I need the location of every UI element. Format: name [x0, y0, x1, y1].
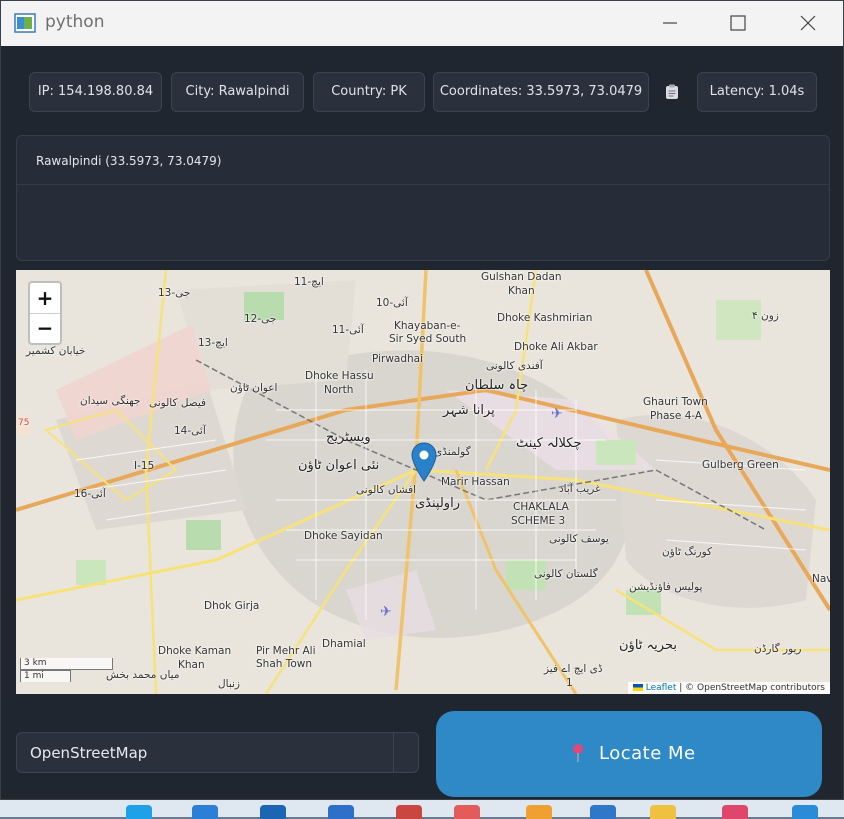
map-label: چکلالہ کینٹ: [516, 436, 582, 451]
location-panel: Rawalpindi (33.5973, 73.0479): [16, 135, 830, 261]
locate-me-button[interactable]: Locate Me: [436, 711, 822, 797]
close-icon[interactable]: [785, 7, 831, 39]
map-label: آئی-11: [332, 324, 364, 336]
map-label: گولمنڈی: [434, 446, 471, 458]
map-scale: 3 km 1 mi: [20, 658, 113, 682]
map-label: Shah Town: [256, 658, 313, 670]
map-label: گلستان کالونی: [534, 568, 598, 580]
map-label: ڈی ایچ اے فیز: [544, 663, 603, 675]
map-label: 75: [18, 418, 30, 428]
map-label: فیصل کالونی: [149, 397, 207, 409]
country-badge: Country: PK: [313, 72, 425, 112]
map-label: Gulshan Dadan: [481, 271, 562, 283]
map-label: Dhoke Ali Akbar: [514, 341, 598, 353]
attribution-text: | © OpenStreetMap contributors: [679, 683, 825, 693]
map-label: آئی-14: [174, 425, 206, 437]
map-label: Sir Syed South: [389, 333, 467, 345]
title-bar[interactable]: python: [1, 1, 843, 46]
map-label: غریب آباد: [559, 483, 601, 495]
dropdown-divider: [393, 733, 394, 772]
map-label: خیابان کشمیر: [26, 345, 86, 357]
pushpin-icon: [573, 744, 583, 762]
map-provider-select[interactable]: OpenStreetMap: [16, 732, 419, 773]
map-attribution: Leaflet | © OpenStreetMap contributors: [627, 682, 830, 694]
map-label: CHAKLALA: [513, 501, 569, 513]
clipboard-icon[interactable]: [664, 84, 680, 100]
map-label: Dhoke Hassu: [305, 370, 374, 382]
map-label: ویسٹریج: [326, 430, 371, 445]
map-label: آئی-10: [376, 297, 408, 309]
map-label: آفندی کالونی: [486, 360, 543, 372]
map-view[interactable]: ✈ ✈ + − Gulshan Dadan Khan جی-13 ایچ-11 …: [16, 270, 830, 694]
app-window: python IP: 154.198.80.84 City: Rawalpind…: [0, 0, 844, 800]
map-label: Khan: [508, 285, 535, 297]
svg-text:✈: ✈: [551, 406, 563, 422]
zoom-control: + −: [28, 281, 62, 345]
taskbar: [0, 800, 844, 819]
coordinates-badge: Coordinates: 33.5973, 73.0479: [433, 72, 649, 112]
ip-badge: IP: 154.198.80.84: [29, 72, 162, 112]
map-label: راولپنڈی: [415, 496, 460, 511]
map-label: زون ۴: [752, 310, 779, 322]
svg-text:✈: ✈: [380, 604, 392, 620]
map-label: Khayaban-e-: [394, 320, 461, 332]
map-label: SCHEME 3: [511, 515, 566, 527]
map-label: جی-12: [244, 313, 277, 325]
map-label: چاہ سلطان: [465, 378, 529, 393]
scale-mi: 1 mi: [20, 670, 71, 682]
map-label: جی-13: [158, 287, 191, 299]
map-label: Ghauri Town: [643, 396, 708, 408]
map-label: ایچ-13: [198, 337, 228, 349]
scale-km: 3 km: [20, 658, 113, 670]
maximize-icon[interactable]: [715, 7, 761, 39]
map-label: Gulberg Green: [702, 459, 779, 471]
map-label: Dhamial: [322, 638, 366, 650]
location-text: Rawalpindi (33.5973, 73.0479): [36, 154, 222, 168]
panel-divider: [17, 184, 829, 185]
map-pin-icon[interactable]: [411, 442, 437, 482]
map-label: اعوان ٹاؤن: [230, 382, 278, 394]
city-badge: City: Rawalpindi: [171, 72, 304, 112]
map-label: Nav: [812, 573, 830, 585]
latency-badge: Latency: 1.04s: [697, 72, 817, 112]
map-label: جھنگی سیدان: [80, 395, 141, 407]
window-title: python: [45, 12, 105, 32]
leaflet-link[interactable]: Leaflet: [646, 683, 677, 693]
map-label: Dhoke Sayidan: [304, 530, 383, 542]
zoom-in-button[interactable]: +: [30, 283, 60, 314]
map-label: Pir Mehr Ali: [256, 645, 316, 657]
ukraine-flag-icon: [632, 684, 643, 691]
map-label: Dhoke Kaman: [158, 645, 232, 657]
map-label: I-15: [134, 460, 155, 472]
map-label: North: [324, 384, 354, 396]
map-label: Khan: [178, 659, 205, 671]
map-label: Dhoke Kashmirian: [497, 312, 593, 324]
map-label: پرانا شہر: [443, 403, 495, 418]
map-label: 1: [566, 677, 573, 689]
map-label: میاں محمد بخش: [106, 669, 180, 681]
map-label: یوسف کالونی: [549, 533, 609, 545]
map-label: پولیس فاؤنڈیشن: [629, 581, 703, 593]
minimize-icon[interactable]: [647, 7, 693, 39]
locate-me-label: Locate Me: [599, 743, 696, 764]
provider-value: OpenStreetMap: [30, 744, 148, 762]
zoom-out-button[interactable]: −: [30, 313, 60, 343]
map-label: بحریہ ٹاؤن: [619, 638, 677, 653]
map-label: Phase 4-A: [650, 410, 703, 422]
map-label: ایچ-11: [294, 276, 324, 288]
map-label: افشاں کالونی: [356, 484, 417, 496]
map-label: آئی-16: [74, 488, 106, 500]
map-label: ریور گارڈن: [754, 643, 802, 655]
map-label: Pirwadhai: [372, 353, 424, 365]
map-label: کورنگ ٹاؤن: [662, 546, 713, 558]
map-label: Dhok Girja: [204, 600, 260, 612]
map-label: Marir Hassan: [441, 476, 510, 488]
map-label: زنبال: [218, 678, 240, 690]
map-label: نئی اعوان ٹاؤن: [298, 458, 380, 473]
python-window-icon: [14, 13, 36, 33]
